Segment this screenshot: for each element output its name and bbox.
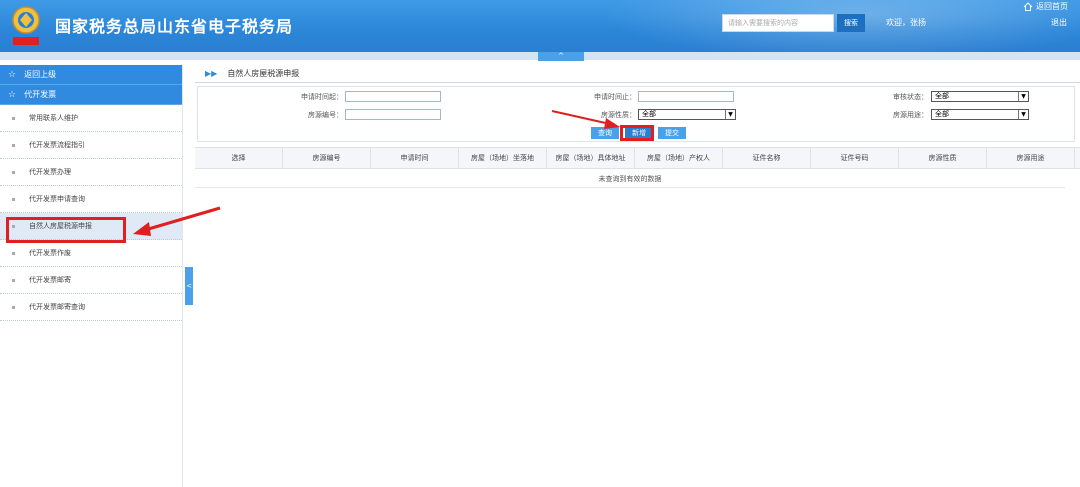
chevron-down-icon: ▼ — [725, 110, 735, 119]
review-status-select[interactable]: 全部 ▼ — [931, 91, 1029, 102]
column-header: 房源编号 — [283, 148, 371, 169]
submit-button[interactable]: 提交 — [658, 127, 686, 139]
source-nature-label: 房源性质： — [601, 111, 636, 119]
bullet-icon — [12, 116, 15, 120]
site-title: 国家税务总局山东省电子税务局 — [55, 17, 294, 36]
apply-end-label: 申请时间止： — [594, 93, 636, 101]
review-status-label: 审核状态： — [893, 93, 928, 101]
sidebar-item-contacts[interactable]: 常用联系人维护 — [0, 105, 182, 132]
bullet-icon — [12, 197, 15, 201]
highlight-box-add-button — [620, 125, 654, 141]
sidebar-item-mail[interactable]: 代开发票邮寄 — [0, 267, 182, 294]
source-use-select[interactable]: 全部 ▼ — [931, 109, 1029, 120]
sidebar-item-label: 代开发票作废 — [29, 249, 71, 257]
sidebar-item-label: 代开发票流程指引 — [29, 141, 85, 149]
column-header: 证件名称 — [723, 148, 811, 169]
table-header: 选择 房源编号 申请时间 房屋（场地）坐落地 房屋（场地）具体地址 房屋（场地）… — [195, 147, 1080, 169]
source-use-value: 全部 — [935, 110, 949, 118]
sidebar-back-label: 返回上级 — [24, 70, 57, 79]
home-link[interactable]: 返回首页 — [1023, 1, 1068, 12]
column-header: 房源用途 — [987, 148, 1075, 169]
sidebar-item-guide[interactable]: 代开发票流程指引 — [0, 132, 182, 159]
source-nature-value: 全部 — [642, 110, 656, 118]
chevron-down-icon: ▼ — [1018, 110, 1028, 119]
bullet-icon — [12, 170, 15, 174]
apply-start-label: 申请时间起： — [301, 93, 343, 101]
source-use-label: 房源用途： — [893, 111, 928, 119]
sidebar-back[interactable]: ☆ 返回上级 — [0, 65, 182, 85]
home-icon — [1023, 2, 1033, 11]
sidebar-section-label: 代开发票 — [24, 90, 57, 99]
sidebar-section-invoice[interactable]: ☆ 代开发票 — [0, 85, 182, 105]
apply-start-input[interactable] — [345, 91, 441, 102]
sidebar: ☆ 返回上级 ☆ 代开发票 常用联系人维护 代开发票流程指引 代开发票办理 代开发票… — [0, 65, 183, 487]
column-header: 房屋（场地）具体地址 — [547, 148, 635, 169]
tax-emblem-logo — [12, 6, 40, 45]
source-nature-select[interactable]: 全部 ▼ — [638, 109, 736, 120]
highlight-box-sidebar — [6, 217, 126, 243]
double-arrow-icon: ▶▶ — [205, 69, 218, 78]
sidebar-item-mail-query[interactable]: 代开发票邮寄查询 — [0, 294, 182, 321]
page-title: 自然人房屋税源申报 — [227, 69, 300, 78]
sidebar-item-label: 代开发票办理 — [29, 168, 71, 176]
search-input[interactable]: 请输入需要搜索的内容 — [722, 14, 834, 32]
review-status-value: 全部 — [935, 92, 949, 100]
search-button[interactable]: 搜索 — [837, 14, 865, 32]
home-link-label: 返回首页 — [1036, 2, 1068, 11]
app-header: 国家税务总局山东省电子税务局 请输入需要搜索的内容 搜索 欢迎，张扬 返回首页 … — [0, 0, 1080, 52]
column-header: 申请时间 — [371, 148, 459, 169]
sidebar-item-query[interactable]: 代开发票申请查询 — [0, 186, 182, 213]
sidebar-item-issue[interactable]: 代开发票办理 — [0, 159, 182, 186]
star-icon: ☆ — [8, 70, 17, 80]
sidebar-toggle-button[interactable]: < — [185, 267, 193, 305]
collapse-header-button[interactable]: ^ — [538, 52, 584, 61]
bullet-icon — [12, 143, 15, 147]
bullet-icon — [12, 278, 15, 282]
sidebar-item-label: 常用联系人维护 — [29, 114, 78, 122]
bullet-icon — [12, 251, 15, 255]
welcome-text: 欢迎，张扬 — [886, 18, 926, 27]
chevron-down-icon: ▼ — [1018, 92, 1028, 101]
page-title-bar: ▶▶ 自然人房屋税源申报 — [195, 65, 1080, 83]
apply-end-input[interactable] — [638, 91, 734, 102]
sidebar-item-void[interactable]: 代开发票作废 — [0, 240, 182, 267]
column-header: 房源性质 — [899, 148, 987, 169]
source-no-label: 房源编号： — [308, 111, 343, 119]
sidebar-item-label: 代开发票申请查询 — [29, 195, 85, 203]
table-empty-message: 未查询到有效的数据 — [195, 170, 1065, 188]
sidebar-item-label: 代开发票邮寄 — [29, 276, 71, 284]
column-header: 选择 — [195, 148, 283, 169]
column-header: 房屋（场地）产权人 — [635, 148, 723, 169]
column-header: 证件号码 — [811, 148, 899, 169]
star-icon: ☆ — [8, 90, 17, 100]
source-no-input[interactable] — [345, 109, 441, 120]
column-header: 房屋（场地）坐落地 — [459, 148, 547, 169]
query-button[interactable]: 查询 — [591, 127, 619, 139]
sidebar-item-label: 代开发票邮寄查询 — [29, 303, 85, 311]
bullet-icon — [12, 305, 15, 309]
logout-link[interactable]: 退出 — [1051, 17, 1067, 28]
